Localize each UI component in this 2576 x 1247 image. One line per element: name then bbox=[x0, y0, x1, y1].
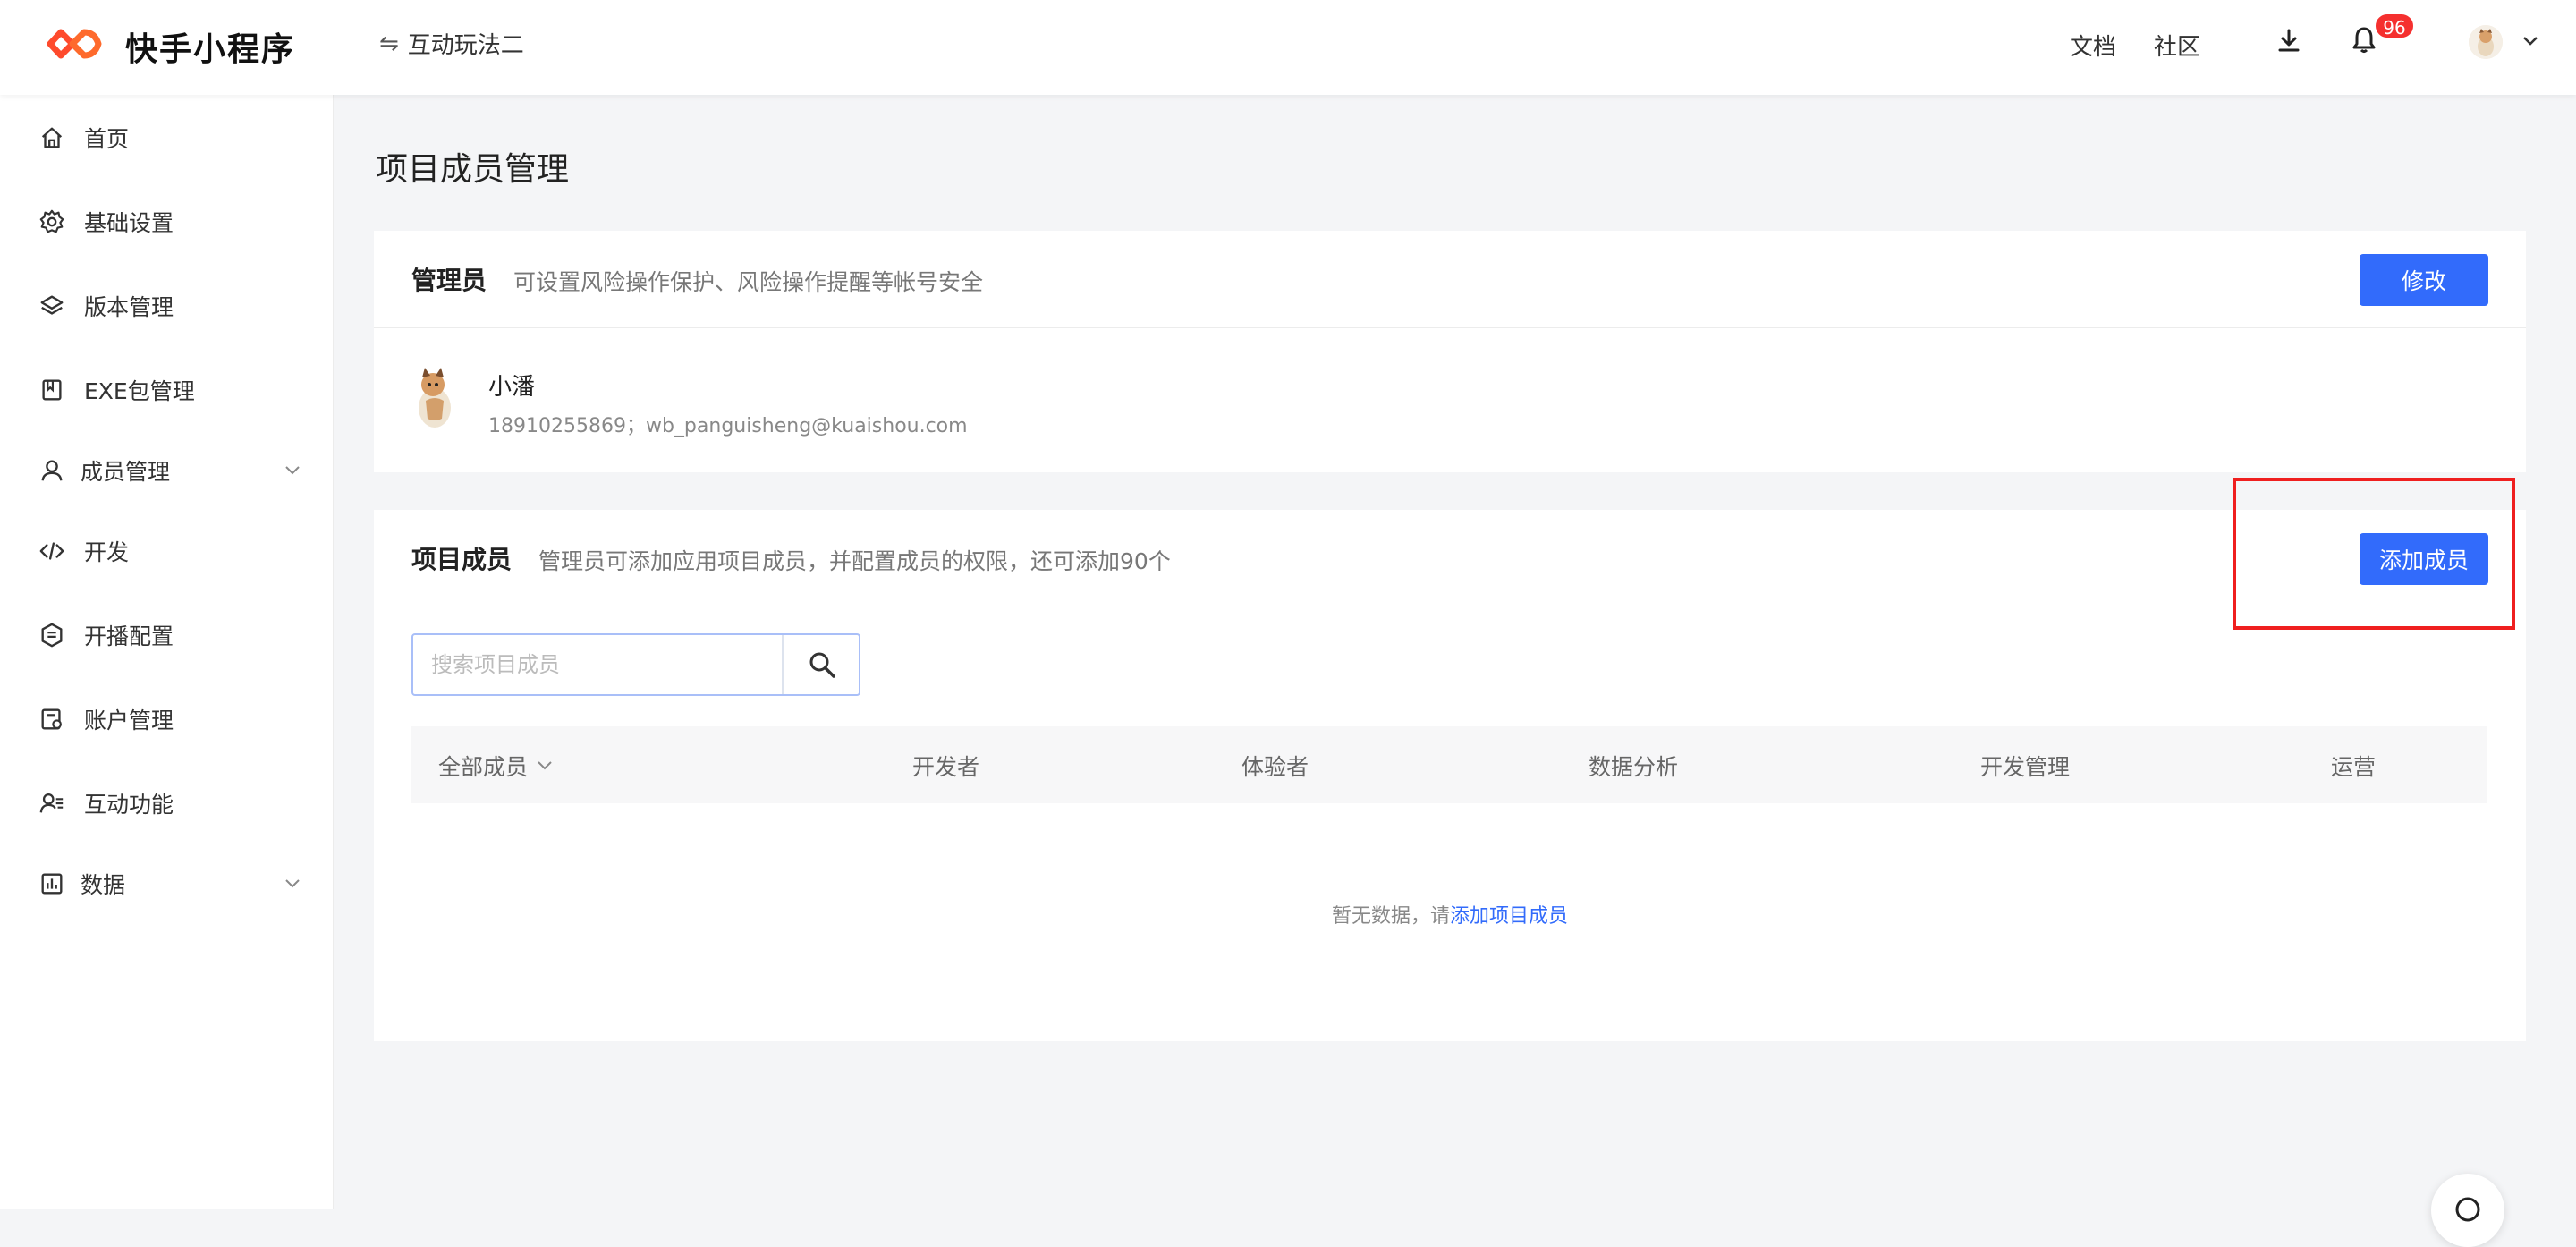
admin-card-header: 管理员 可设置风险操作保护、风险操作提醒等帐号安全 修改 bbox=[374, 231, 2526, 328]
community-link[interactable]: 社区 bbox=[2154, 29, 2200, 62]
members-table-header: 全部成员 开发者 体验者 数据分析 开发管理 运营 bbox=[411, 726, 2487, 803]
sidebar-item-version[interactable]: 版本管理 bbox=[0, 279, 333, 333]
chevron-down-icon[interactable] bbox=[2522, 36, 2538, 47]
admin-card: 管理员 可设置风险操作保护、风险操作提醒等帐号安全 修改 小潘 18910255… bbox=[374, 231, 2526, 472]
admin-card-description: 可设置风险操作保护、风险操作提醒等帐号安全 bbox=[513, 269, 984, 295]
sidebar-item-label: 开发 bbox=[84, 539, 130, 565]
member-search bbox=[411, 633, 860, 696]
notification-badge: 96 bbox=[2374, 13, 2415, 39]
sidebar-item-label: 首页 bbox=[84, 126, 130, 152]
search-input[interactable] bbox=[413, 635, 782, 694]
chevron-down-icon bbox=[538, 761, 552, 770]
top-header: 快手小程序 ⇋ 互动玩法二 文档 社区 96 bbox=[0, 0, 2576, 95]
chart-icon bbox=[38, 870, 66, 898]
code-icon bbox=[38, 537, 66, 565]
floating-help-button[interactable] bbox=[2431, 1174, 2504, 1247]
bookmark-icon bbox=[38, 376, 66, 404]
sidebar-item-data[interactable]: 数据 bbox=[0, 857, 333, 911]
sidebar-item-basic-settings[interactable]: 基础设置 bbox=[0, 195, 333, 249]
search-button[interactable] bbox=[782, 635, 860, 694]
edit-admin-button[interactable]: 修改 bbox=[2360, 254, 2488, 306]
admin-card-title: 管理员 bbox=[411, 266, 487, 295]
chevron-down-icon bbox=[285, 466, 300, 475]
sidebar-item-label: 基础设置 bbox=[84, 210, 174, 236]
user-list-icon bbox=[38, 789, 66, 818]
members-card-header: 项目成员 管理员可添加应用项目成员，并配置成员的权限，还可添加90个 添加成员 bbox=[374, 510, 2526, 607]
sidebar-item-home[interactable]: 首页 bbox=[0, 111, 333, 165]
add-member-button[interactable]: 添加成员 bbox=[2360, 533, 2488, 585]
account-icon bbox=[38, 705, 66, 734]
admin-name: 小潘 bbox=[488, 374, 536, 401]
column-header: 开发管理 bbox=[1980, 754, 2071, 780]
cat-avatar-icon bbox=[2469, 25, 2503, 59]
sidebar-item-label: 账户管理 bbox=[84, 708, 174, 734]
members-card-title: 项目成员 bbox=[411, 545, 513, 574]
column-header: 体验者 bbox=[1241, 754, 1309, 780]
sidebar-item-members[interactable]: 成员管理 bbox=[0, 444, 333, 497]
chat-icon bbox=[2455, 1197, 2480, 1222]
admin-contact: 18910255869；wb_panguisheng@kuaishou.com bbox=[488, 415, 968, 437]
home-icon bbox=[38, 123, 66, 152]
add-member-link[interactable]: 添加项目成员 bbox=[1450, 905, 1568, 928]
sidebar-item-label: 开播配置 bbox=[84, 624, 174, 649]
sidebar-item-label: 互动功能 bbox=[84, 792, 174, 818]
search-icon bbox=[809, 652, 835, 678]
sidebar-item-exe[interactable]: EXE包管理 bbox=[0, 363, 333, 417]
user-icon bbox=[38, 456, 66, 485]
user-avatar[interactable] bbox=[2469, 25, 2503, 59]
download-icon[interactable] bbox=[2275, 27, 2302, 54]
sidebar: 首页 基础设置 版本管理 EXE包管理 成员管理 开发 开播配置 账户管理 互动… bbox=[0, 95, 334, 1209]
swap-icon: ⇋ bbox=[379, 30, 399, 57]
filter-all-members[interactable]: 全部成员 bbox=[438, 750, 553, 782]
sidebar-item-label: 成员管理 bbox=[80, 459, 171, 485]
sidebar-item-account[interactable]: 账户管理 bbox=[0, 692, 333, 746]
sidebar-item-live-config[interactable]: 开播配置 bbox=[0, 608, 333, 662]
empty-state: 暂无数据，请添加项目成员 bbox=[374, 900, 2526, 929]
sidebar-item-label: 版本管理 bbox=[84, 294, 174, 320]
project-name: 互动玩法二 bbox=[407, 32, 524, 59]
project-switcher[interactable]: ⇋ 互动玩法二 bbox=[379, 27, 524, 60]
column-header: 数据分析 bbox=[1589, 754, 1679, 780]
sidebar-item-develop[interactable]: 开发 bbox=[0, 524, 333, 578]
gear-icon bbox=[38, 208, 66, 236]
kuaishou-logo-icon[interactable] bbox=[43, 21, 106, 66]
badge-icon bbox=[38, 621, 66, 649]
column-header: 全部成员 bbox=[438, 754, 529, 780]
admin-avatar bbox=[406, 365, 463, 429]
logo-text[interactable]: 快手小程序 bbox=[125, 23, 295, 70]
layers-icon bbox=[38, 292, 66, 320]
sidebar-item-interaction[interactable]: 互动功能 bbox=[0, 776, 333, 830]
docs-link[interactable]: 文档 bbox=[2070, 29, 2116, 62]
sidebar-item-label: EXE包管理 bbox=[84, 378, 195, 404]
sidebar-item-label: 数据 bbox=[80, 872, 126, 898]
members-card: 项目成员 管理员可添加应用项目成员，并配置成员的权限，还可添加90个 添加成员 … bbox=[374, 510, 2526, 1041]
members-card-description: 管理员可添加应用项目成员，并配置成员的权限，还可添加90个 bbox=[538, 548, 1171, 574]
chevron-down-icon bbox=[285, 879, 300, 888]
cat-avatar-icon bbox=[419, 368, 451, 428]
empty-state-text: 暂无数据，请 bbox=[1331, 905, 1450, 928]
page-title: 项目成员管理 bbox=[376, 151, 570, 188]
column-header: 运营 bbox=[2331, 754, 2377, 780]
column-header: 开发者 bbox=[912, 754, 980, 780]
